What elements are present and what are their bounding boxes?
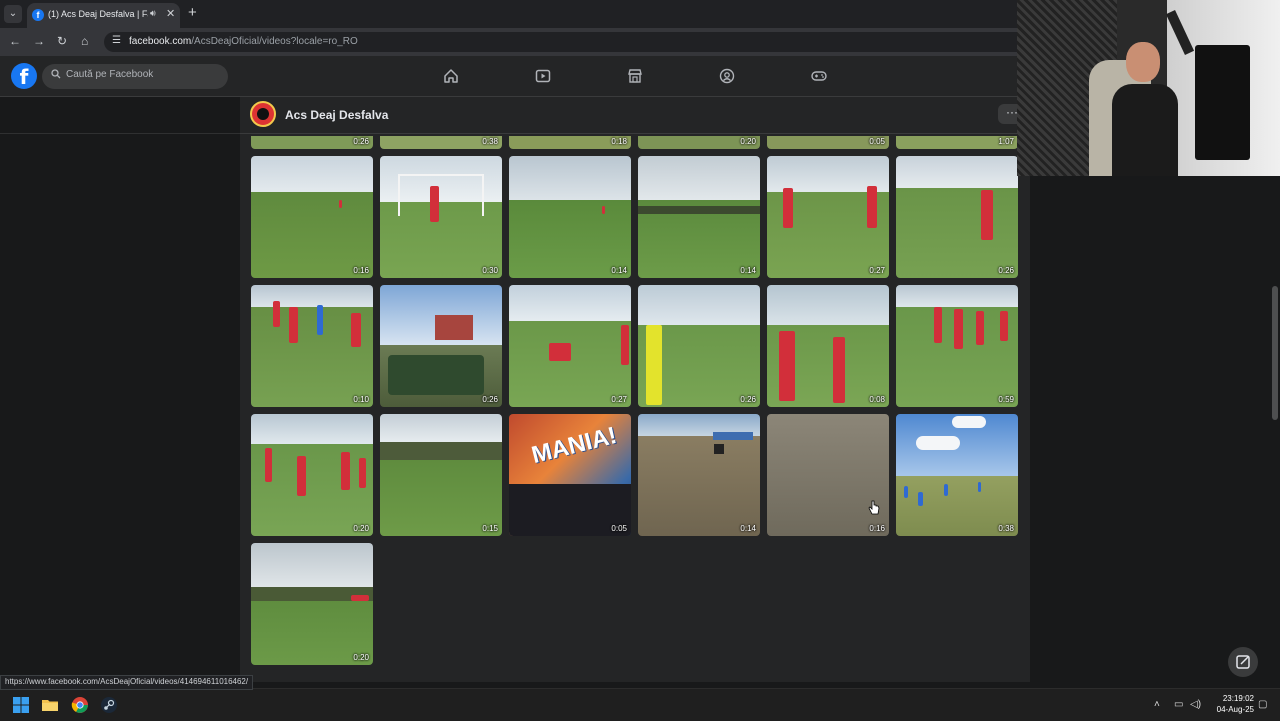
page-name[interactable]: Acs Deaj Desfalva [285,108,388,122]
facebook-favicon-icon: f [32,9,44,21]
groups-icon[interactable] [719,68,735,84]
page-scrollbar[interactable] [1270,96,1280,686]
video-duration: 0:18 [611,137,627,146]
video-thumbnail[interactable]: 0:14 [638,414,760,536]
video-duration: 0:05 [611,524,627,533]
url-path: /AcsDeajOficial/videos?locale=ro_RO [191,36,358,47]
video-duration: 0:26 [998,266,1014,275]
reload-icon[interactable]: ↻ [57,34,67,48]
home-browser-icon[interactable]: ⌂ [81,34,88,48]
video-duration: 0:38 [998,524,1014,533]
video-thumbnail[interactable]: MANIA! 0:05 [509,414,631,536]
video-duration: 0:16 [353,266,369,275]
page-avatar[interactable] [250,101,276,127]
search-input[interactable] [66,69,216,80]
video-thumbnail[interactable]: 0:15 [380,414,502,536]
video-duration: 0:14 [611,266,627,275]
audio-playing-icon[interactable]: 🔊︎ [150,8,156,19]
video-duration: 1:07 [998,137,1014,146]
video-thumbnail[interactable]: 0:16 [251,156,373,278]
tab-title: (1) Acs Deaj Desfalva | Facebook [48,9,148,19]
facebook-search[interactable] [42,64,228,89]
video-thumbnail[interactable]: 0:27 [509,285,631,407]
video-duration: 0:20 [353,653,369,662]
promo-text: MANIA! [528,421,620,470]
video-duration: 0:15 [482,524,498,533]
video-duration: 0:26 [482,395,498,404]
windows-taskbar: ˄ ▭ ◁) 23:19:02 04-Aug-25 ▢ [0,688,1280,721]
video-duration: 0:10 [353,395,369,404]
windows-start-icon[interactable] [12,696,30,714]
video-thumbnail[interactable]: 0:20 [251,414,373,536]
video-icon[interactable] [535,68,551,84]
video-thumbnail[interactable]: 0:20 [638,136,760,149]
clock-time: 23:19:02 [1222,694,1254,703]
webcam-overlay [1017,0,1280,176]
gaming-icon[interactable] [811,68,827,84]
video-duration: 0:59 [998,395,1014,404]
video-duration: 0:14 [740,266,756,275]
file-explorer-icon[interactable] [41,696,59,714]
search-icon [51,69,61,79]
scrollbar-thumb[interactable] [1272,286,1278,420]
video-duration: 0:14 [740,524,756,533]
url-host: facebook.com [129,36,192,47]
video-thumbnail[interactable]: 0:26 [638,285,760,407]
tray-chevron-icon[interactable]: ˄ [1154,699,1160,710]
video-duration: 0:20 [740,137,756,146]
clock-date: 04-Aug-25 [1216,705,1254,714]
video-thumbnail[interactable]: 0:27 [767,156,889,278]
video-duration: 0:20 [353,524,369,533]
status-url: https://www.facebook.com/AcsDeajOficial/… [0,675,254,690]
video-thumbnail[interactable]: 0:26 [896,156,1018,278]
notifications-icon[interactable]: ▢ [1258,699,1267,710]
video-thumbnail[interactable]: 0:20 [251,543,373,665]
video-duration: 0:05 [869,137,885,146]
video-thumbnail[interactable]: 0:14 [638,156,760,278]
video-thumbnail[interactable]: 0:38 [380,136,502,149]
video-duration: 0:30 [482,266,498,275]
video-thumbnail[interactable]: 0:05 [767,136,889,149]
video-duration: 0:38 [482,137,498,146]
video-thumbnail[interactable]: 0:26 [251,136,373,149]
video-thumbnail[interactable]: 0:10 [251,285,373,407]
site-info-icon[interactable]: ☰ [112,35,121,46]
compose-icon [1236,655,1250,669]
video-thumbnail[interactable]: 0:59 [896,285,1018,407]
video-thumbnail[interactable]: 0:14 [509,156,631,278]
home-icon[interactable] [443,68,459,84]
chrome-icon[interactable] [71,696,89,714]
browser-tab[interactable]: f (1) Acs Deaj Desfalva | Facebook 🔊︎ ✕ [27,3,180,28]
video-thumbnail[interactable]: 0:16 [767,414,889,536]
tab-search-dropdown-icon[interactable]: ⌄ [4,5,22,23]
video-thumbnail[interactable]: 1:07 [896,136,1018,149]
video-thumbnail[interactable]: 0:38 [896,414,1018,536]
video-thumbnail[interactable]: 0:18 [509,136,631,149]
taskbar-clock[interactable]: 23:19:02 04-Aug-25 [1208,693,1254,715]
tab-close-icon[interactable]: ✕ [166,7,175,20]
back-icon[interactable]: ← [9,34,21,48]
network-icon[interactable]: ▭ [1174,699,1183,710]
page-header-bar: Acs Deaj Desfalva ··· [240,97,1030,134]
new-message-button[interactable] [1228,647,1258,677]
video-thumbnail[interactable]: 0:26 [380,285,502,407]
video-duration: 0:16 [869,524,885,533]
video-duration: 0:27 [611,395,627,404]
hand-cursor-icon [868,500,880,515]
facebook-logo-icon[interactable]: f [11,63,37,89]
video-duration: 0:26 [740,395,756,404]
steam-icon[interactable] [100,696,118,714]
forward-icon[interactable]: → [33,34,45,48]
volume-icon[interactable]: ◁) [1190,699,1201,710]
video-duration: 0:26 [353,137,369,146]
url-text[interactable]: facebook.com/AcsDeajOficial/videos?local… [129,36,358,47]
marketplace-icon[interactable] [627,68,643,84]
left-sidebar [0,97,240,672]
video-thumbnail[interactable]: 0:30 [380,156,502,278]
video-duration: 0:08 [869,395,885,404]
video-thumbnail[interactable]: 0:08 [767,285,889,407]
video-duration: 0:27 [869,266,885,275]
new-tab-icon[interactable]: + [188,4,197,22]
